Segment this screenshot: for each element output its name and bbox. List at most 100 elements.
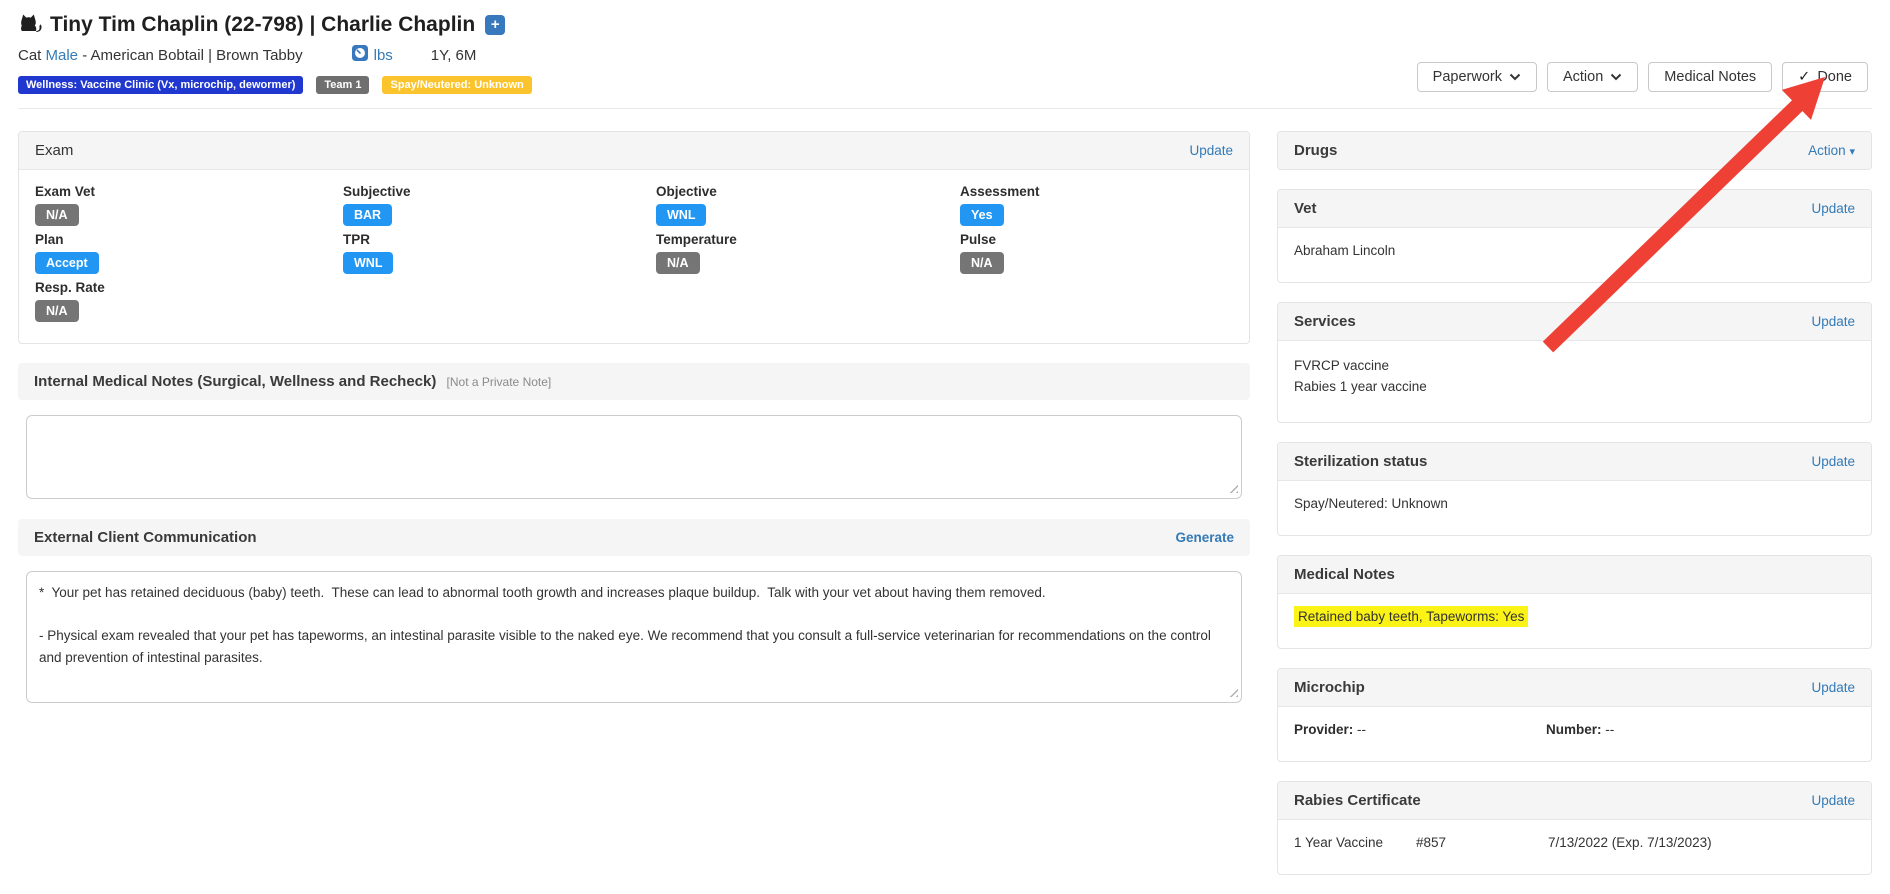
internal-notes-title: Internal Medical Notes (Surgical, Wellne… <box>34 373 551 390</box>
exam-field-exam-vet: Exam Vet N/A <box>35 183 343 226</box>
external-communication-textarea[interactable]: * Your pet has retained deciduous (baby)… <box>26 571 1242 703</box>
external-communication-title: External Client Communication <box>34 529 257 546</box>
exam-field-pulse: Pulse N/A <box>960 231 1233 274</box>
microchip-panel: Microchip Update Provider: -- Number: -- <box>1277 668 1872 762</box>
add-pet-button[interactable]: + <box>485 15 505 35</box>
resp-rate-chip[interactable]: N/A <box>35 300 79 322</box>
exam-column-1: Exam Vet N/A Plan Accept Resp. Rate N/A <box>35 183 343 327</box>
chevron-down-icon <box>1509 69 1521 85</box>
not-private-note-label: [Not a Private Note] <box>447 375 552 389</box>
main-column: Exam Update Exam Vet N/A Plan Accept Res… <box>18 131 1250 723</box>
sterilization-status-panel: Sterilization status Update Spay/Neutere… <box>1277 442 1872 536</box>
field-label: Subjective <box>343 183 656 201</box>
pulse-chip[interactable]: N/A <box>960 252 1004 274</box>
microchip-provider: Provider: -- <box>1294 722 1546 737</box>
action-button-label: Action <box>1563 69 1603 85</box>
rabies-tag-number: #857 <box>1416 835 1548 850</box>
sex-link[interactable]: Male <box>46 47 79 64</box>
exam-field-tpr: TPR WNL <box>343 231 656 274</box>
medical-notes-button[interactable]: Medical Notes <box>1648 62 1772 92</box>
cat-icon <box>18 12 42 37</box>
exam-column-2: Subjective BAR TPR WNL <box>343 183 656 327</box>
services-panel-title: Services <box>1294 313 1356 330</box>
rabies-date: 7/13/2022 (Exp. 7/13/2023) <box>1548 835 1712 850</box>
exam-field-objective: Objective WNL <box>656 183 960 226</box>
done-button-label: Done <box>1817 69 1852 85</box>
scale-icon <box>351 44 369 66</box>
weight-group[interactable]: lbs <box>351 44 393 66</box>
internal-notes-textarea[interactable] <box>26 415 1242 499</box>
drugs-panel: Drugs Action ▾ <box>1277 131 1872 170</box>
rabies-update-link[interactable]: Update <box>1811 793 1855 808</box>
field-label: Temperature <box>656 231 960 249</box>
exam-field-resp-rate: Resp. Rate N/A <box>35 279 343 322</box>
exam-panel: Exam Update Exam Vet N/A Plan Accept Res… <box>18 131 1250 344</box>
microchip-number: Number: -- <box>1546 722 1614 737</box>
field-label: Assessment <box>960 183 1233 201</box>
age-label: 1Y, 6M <box>431 47 477 64</box>
exam-column-3: Objective WNL Temperature N/A <box>656 183 960 327</box>
exam-field-assessment: Assessment Yes <box>960 183 1233 226</box>
exam-vet-chip[interactable]: N/A <box>35 204 79 226</box>
field-label: Resp. Rate <box>35 279 343 297</box>
exam-update-link[interactable]: Update <box>1189 143 1233 158</box>
tpr-chip[interactable]: WNL <box>343 252 393 274</box>
check-icon: ✓ <box>1798 69 1810 85</box>
external-client-communication-section: External Client Communication Generate *… <box>18 519 1250 703</box>
paperwork-button-label: Paperwork <box>1433 69 1502 85</box>
paperwork-button[interactable]: Paperwork <box>1417 62 1537 92</box>
services-update-link[interactable]: Update <box>1811 314 1855 329</box>
medical-notes-button-label: Medical Notes <box>1664 69 1756 85</box>
field-label: Objective <box>656 183 960 201</box>
microchip-panel-title: Microchip <box>1294 679 1365 696</box>
objective-chip[interactable]: WNL <box>656 204 706 226</box>
drugs-action-label: Action <box>1808 143 1846 158</box>
exam-field-subjective: Subjective BAR <box>343 183 656 226</box>
weight-link[interactable]: lbs <box>374 47 393 64</box>
assessment-chip[interactable]: Yes <box>960 204 1004 226</box>
medical-notes-panel-title: Medical Notes <box>1294 566 1395 583</box>
exam-field-plan: Plan Accept <box>35 231 343 274</box>
header-actions: Paperwork Action Medical Notes ✓ Done <box>1417 62 1868 92</box>
page-title: Tiny Tim Chaplin (22-798) | Charlie Chap… <box>50 13 475 37</box>
service-item: Rabies 1 year vaccine <box>1294 377 1855 398</box>
internal-medical-notes-section: Internal Medical Notes (Surgical, Wellne… <box>18 363 1250 499</box>
caret-down-icon: ▾ <box>1849 146 1855 158</box>
wellness-badge: Wellness: Vaccine Clinic (Vx, microchip,… <box>18 76 303 94</box>
vet-panel-title: Vet <box>1294 200 1317 217</box>
drugs-action-dropdown[interactable]: Action ▾ <box>1808 143 1855 158</box>
provider-label: Provider: <box>1294 722 1353 737</box>
internal-notes-title-text: Internal Medical Notes (Surgical, Wellne… <box>34 373 436 390</box>
exam-field-temperature: Temperature N/A <box>656 231 960 274</box>
header-divider <box>18 108 1872 109</box>
spay-neutered-badge: Spay/Neutered: Unknown <box>382 76 531 94</box>
provider-value: -- <box>1357 722 1366 737</box>
plan-chip[interactable]: Accept <box>35 252 99 274</box>
sterilization-update-link[interactable]: Update <box>1811 454 1855 469</box>
vet-panel: Vet Update Abraham Lincoln <box>1277 189 1872 283</box>
action-button[interactable]: Action <box>1547 62 1638 92</box>
field-label: Exam Vet <box>35 183 343 201</box>
rabies-vaccine-type: 1 Year Vaccine <box>1294 835 1416 850</box>
service-item: FVRCP vaccine <box>1294 356 1855 377</box>
field-label: Plan <box>35 231 343 249</box>
number-value: -- <box>1605 722 1614 737</box>
breed-label: - American Bobtail | Brown Tabby <box>82 47 302 64</box>
vet-update-link[interactable]: Update <box>1811 201 1855 216</box>
sterilization-panel-title: Sterilization status <box>1294 453 1427 470</box>
sidebar: Drugs Action ▾ Vet Update Abraham Lincol… <box>1277 131 1872 894</box>
team-badge: Team 1 <box>316 76 369 94</box>
rabies-panel-title: Rabies Certificate <box>1294 792 1421 809</box>
medical-notes-highlight: Retained baby teeth, Tapeworms: Yes <box>1294 606 1528 627</box>
services-panel: Services Update FVRCP vaccine Rabies 1 y… <box>1277 302 1872 423</box>
generate-link[interactable]: Generate <box>1175 530 1234 545</box>
done-button[interactable]: ✓ Done <box>1782 62 1868 92</box>
temperature-chip[interactable]: N/A <box>656 252 700 274</box>
rabies-certificate-panel: Rabies Certificate Update 1 Year Vaccine… <box>1277 781 1872 875</box>
medical-notes-panel: Medical Notes Retained baby teeth, Tapew… <box>1277 555 1872 649</box>
microchip-update-link[interactable]: Update <box>1811 680 1855 695</box>
number-label: Number: <box>1546 722 1602 737</box>
subjective-chip[interactable]: BAR <box>343 204 392 226</box>
vet-name: Abraham Lincoln <box>1278 228 1871 282</box>
sterilization-value: Spay/Neutered: Unknown <box>1278 481 1871 535</box>
